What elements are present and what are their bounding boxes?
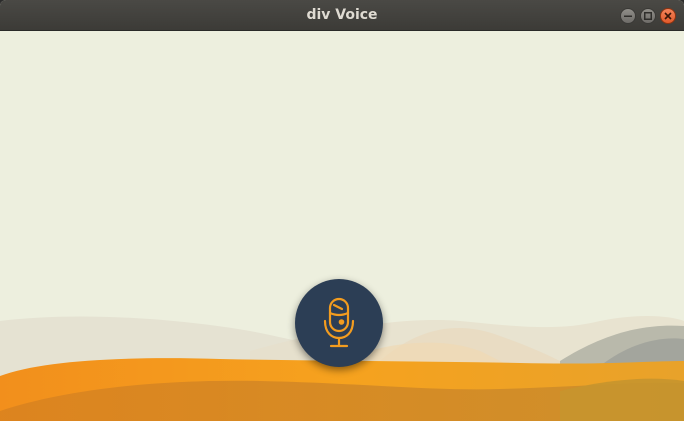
title-bar[interactable]: div Voice [0,0,684,31]
app-window: div Voice [0,0,684,421]
close-icon [664,12,672,20]
window-title: div Voice [306,7,378,23]
main-content [0,31,684,421]
microphone-icon [323,297,355,348]
close-button[interactable] [660,8,676,24]
minimize-icon [624,15,632,17]
maximize-icon [644,12,652,20]
maximize-button[interactable] [640,8,656,24]
minimize-button[interactable] [620,8,636,24]
record-button[interactable] [295,279,383,367]
